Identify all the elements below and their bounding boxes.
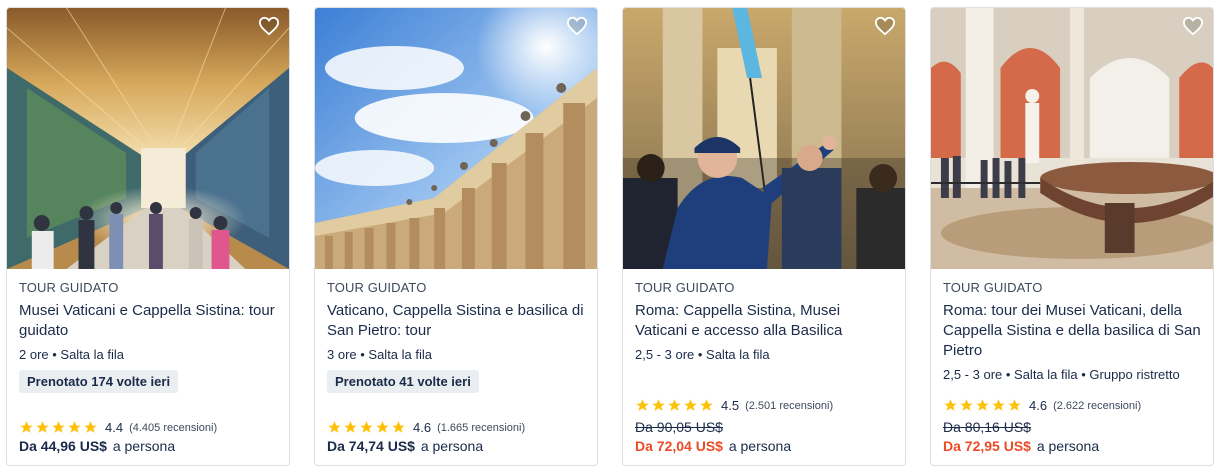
wishlist-button[interactable]: [565, 14, 589, 38]
price-row: Da 74,74 US$ a persona: [327, 438, 586, 454]
price-unit: a persona: [112, 438, 176, 454]
heart-outline-icon: [566, 16, 588, 36]
price-row: Da 44,96 US$ a persona: [19, 438, 278, 454]
review-count: (1.665 recensioni): [437, 421, 526, 434]
original-price: Da 80,16 US$: [943, 419, 1031, 435]
booked-badge: Prenotato 174 volte ieri: [19, 370, 179, 393]
price-row: Da 72,95 US$ a persona: [943, 438, 1202, 454]
heart-outline-icon: [258, 16, 280, 36]
review-count: (2.501 recensioni): [745, 399, 834, 412]
wishlist-button[interactable]: [257, 14, 281, 38]
tour-title[interactable]: Roma: tour dei Musei Vaticani, della Cap…: [943, 301, 1202, 361]
tour-photo-round-hall[interactable]: [931, 8, 1213, 269]
tour-photo-gallery-of-maps[interactable]: [7, 8, 289, 269]
tour-details: 2,5 - 3 ore • Salta la fila • Gruppo ris…: [943, 367, 1180, 382]
price-row: Da 72,04 US$ a persona: [635, 438, 894, 454]
heart-outline-icon: [1182, 16, 1204, 36]
price-unit: a persona: [1036, 438, 1100, 454]
review-count: (2.622 recensioni): [1053, 399, 1142, 412]
tour-details: 2,5 - 3 ore • Salta la fila: [635, 347, 770, 362]
booked-badge: Prenotato 41 volte ieri: [327, 370, 479, 393]
star-rating-icon: [19, 420, 98, 435]
rating-row: 4.6 (1.665 recensioni): [327, 420, 586, 435]
tour-title[interactable]: Roma: Cappella Sistina, Musei Vaticani e…: [635, 301, 894, 341]
wishlist-button[interactable]: [1181, 14, 1205, 38]
rating-row: 4.6 (2.622 recensioni): [943, 398, 1202, 413]
tour-category: TOUR GUIDATO: [19, 280, 119, 295]
rating-row: 4.4 (4.405 recensioni): [19, 420, 278, 435]
rating-value: 4.6: [1029, 398, 1048, 413]
sale-price-value: Da 72,04 US$: [635, 438, 723, 454]
star-rating-icon: [943, 398, 1022, 413]
rating-value: 4.5: [721, 398, 740, 413]
star-rating-icon: [327, 420, 406, 435]
tour-title[interactable]: Musei Vaticani e Cappella Sistina: tour …: [19, 301, 278, 341]
tour-card[interactable]: TOUR GUIDATO Musei Vaticani e Cappella S…: [6, 7, 290, 466]
review-count: (4.405 recensioni): [129, 421, 218, 434]
tour-card[interactable]: TOUR GUIDATO Vaticano, Cappella Sistina …: [314, 7, 598, 466]
rating-row: 4.5 (2.501 recensioni): [635, 398, 894, 413]
wishlist-button[interactable]: [873, 14, 897, 38]
price-value: Da 74,74 US$: [327, 438, 415, 454]
sale-price-value: Da 72,95 US$: [943, 438, 1031, 454]
tour-card[interactable]: TOUR GUIDATO Roma: tour dei Musei Vatica…: [930, 7, 1214, 466]
tour-category: TOUR GUIDATO: [943, 280, 1043, 295]
price-value: Da 44,96 US$: [19, 438, 107, 454]
tour-details: 3 ore • Salta la fila: [327, 347, 432, 362]
tour-category: TOUR GUIDATO: [327, 280, 427, 295]
heart-outline-icon: [874, 16, 896, 36]
tour-photo-guide-gallery[interactable]: [623, 8, 905, 269]
tour-category: TOUR GUIDATO: [635, 280, 735, 295]
tour-photo-st-peters-colonnade[interactable]: [315, 8, 597, 269]
rating-value: 4.6: [413, 420, 432, 435]
tour-card-row: TOUR GUIDATO Musei Vaticani e Cappella S…: [0, 0, 1220, 472]
original-price: Da 90,05 US$: [635, 419, 723, 435]
tour-details: 2 ore • Salta la fila: [19, 347, 124, 362]
price-unit: a persona: [728, 438, 792, 454]
price-unit: a persona: [420, 438, 484, 454]
rating-value: 4.4: [105, 420, 124, 435]
tour-title[interactable]: Vaticano, Cappella Sistina e basilica di…: [327, 301, 586, 341]
star-rating-icon: [635, 398, 714, 413]
tour-card[interactable]: TOUR GUIDATO Roma: Cappella Sistina, Mus…: [622, 7, 906, 466]
